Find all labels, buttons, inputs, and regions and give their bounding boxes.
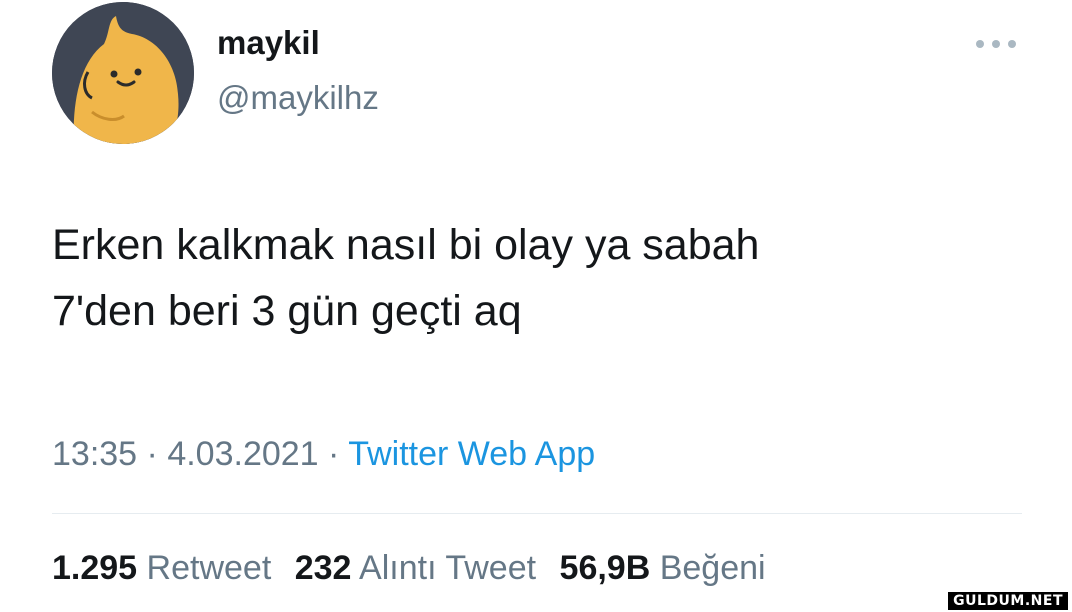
tweet-stats: 1.295 Retweet 232 Alıntı Tweet 56,9B Beğ…	[52, 546, 780, 590]
quote-tweet-stat[interactable]: 232 Alıntı Tweet	[295, 549, 536, 587]
user-handle[interactable]: @maykilhz	[217, 78, 379, 118]
display-name[interactable]: maykil	[217, 23, 320, 63]
cartoon-character-avatar-icon	[52, 2, 194, 144]
tweet-text-line: Erken kalkmak nasıl bi olay ya sabah	[52, 221, 760, 269]
like-count: 56,9B	[559, 549, 651, 587]
more-dot	[976, 40, 984, 48]
more-dot	[992, 40, 1000, 48]
like-stat[interactable]: 56,9B Beğeni	[560, 549, 766, 587]
retweet-label: Retweet	[146, 549, 272, 587]
retweet-count: 1.295	[52, 549, 138, 587]
quote-count: 232	[294, 549, 352, 587]
tweet-text-line: 7'den beri 3 gün geçti aq	[52, 287, 522, 335]
retweet-stat[interactable]: 1.295 Retweet	[52, 549, 271, 587]
like-label: Beğeni	[659, 549, 766, 587]
more-options-icon[interactable]	[976, 34, 1016, 54]
tweet-text: Erken kalkmak nasıl bi olay ya sabah 7'd…	[52, 212, 1012, 344]
quote-label: Alıntı Tweet	[359, 549, 537, 587]
tweet-meta: 13:35 · 4.03.2021 · Twitter Web App	[52, 432, 595, 476]
avatar[interactable]	[52, 2, 194, 144]
watermark: GULDUM.NET	[948, 592, 1068, 610]
divider	[52, 513, 1022, 514]
tweet-source-link[interactable]: Twitter Web App	[348, 435, 595, 473]
tweet-time[interactable]: 13:35	[52, 435, 137, 473]
meta-separator: ·	[328, 435, 340, 473]
tweet-date[interactable]: 4.03.2021	[167, 435, 318, 473]
more-dot	[1008, 40, 1016, 48]
meta-separator: ·	[146, 435, 158, 473]
